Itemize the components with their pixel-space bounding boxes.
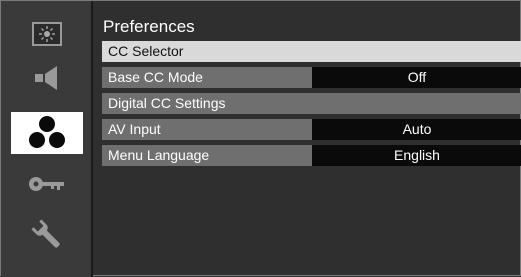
preferences-circles-icon xyxy=(29,116,65,148)
menu-row-digital-cc-settings[interactable]: Digital CC Settings xyxy=(102,93,521,114)
menu-row-menu-language[interactable]: Menu Language English xyxy=(102,145,521,166)
key-icon xyxy=(29,177,64,191)
sidebar-item-audio[interactable] xyxy=(11,57,83,99)
sidebar-item-picture[interactable] xyxy=(11,13,83,55)
picture-icon xyxy=(32,22,62,46)
menu-row-value[interactable]: English xyxy=(312,145,521,166)
speaker-icon xyxy=(35,66,57,90)
page-title: Preferences xyxy=(103,17,195,36)
menu-row-label: Menu Language xyxy=(102,145,312,166)
menu-row-label: Digital CC Settings xyxy=(102,93,521,114)
preferences-panel: Preferences CC Selector Base CC Mode Off… xyxy=(102,1,521,277)
menu-row-label: AV Input xyxy=(102,119,312,140)
tv-menu-screen: Preferences CC Selector Base CC Mode Off… xyxy=(0,0,521,277)
menu-row-av-input[interactable]: AV Input Auto xyxy=(102,119,521,140)
wrench-icon xyxy=(31,219,60,248)
sidebar-item-lock[interactable] xyxy=(11,163,83,205)
sidebar-item-setup[interactable] xyxy=(11,214,83,256)
menu-row-label: Base CC Mode xyxy=(102,67,312,88)
menu-row-base-cc-mode[interactable]: Base CC Mode Off xyxy=(102,67,521,88)
menu-sidebar xyxy=(1,1,93,277)
menu-row-cc-selector[interactable]: CC Selector xyxy=(102,41,521,62)
menu-row-value[interactable]: Auto xyxy=(312,119,521,140)
menu-row-value[interactable]: Off xyxy=(312,67,521,88)
menu-row-label: CC Selector xyxy=(102,41,521,62)
sidebar-item-preferences[interactable] xyxy=(11,112,83,154)
